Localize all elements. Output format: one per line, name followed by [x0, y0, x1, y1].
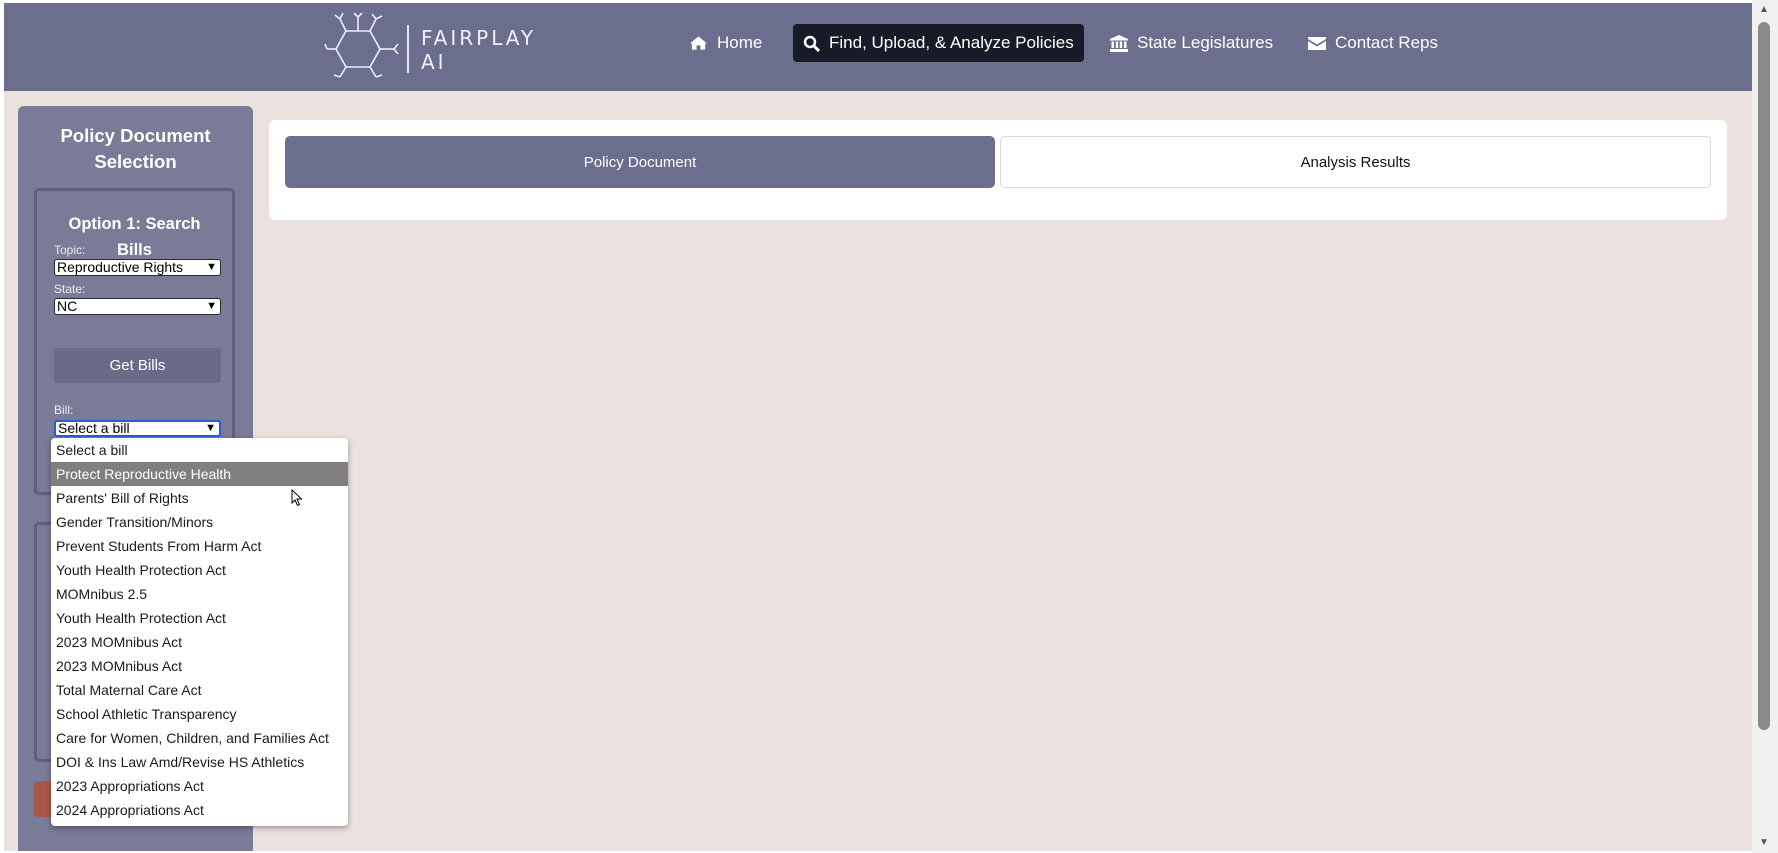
bill-option-highlighted[interactable]: Protect Reproductive Health	[51, 462, 348, 486]
tab-policy-document[interactable]: Policy Document	[285, 136, 995, 188]
bill-option[interactable]: Total Maternal Care Act	[51, 678, 348, 702]
mouse-cursor-icon	[291, 489, 303, 507]
chevron-down-icon: ▼	[206, 300, 217, 312]
nav-home[interactable]: Home	[679, 24, 772, 62]
logo-mark-icon	[324, 12, 399, 78]
bill-option[interactable]: Care for Women, Children, and Families A…	[51, 726, 348, 750]
bill-select[interactable]: Select a bill ▼	[54, 420, 221, 437]
bill-option[interactable]: MOMnibus 2.5	[51, 582, 348, 606]
bill-dropdown-list[interactable]: Select a bill Protect Reproductive Healt…	[51, 438, 348, 826]
bill-option[interactable]: 2023 MOMnibus Act	[51, 654, 348, 678]
bill-option[interactable]: Youth Health Protection Act	[51, 558, 348, 582]
nav-contact-reps[interactable]: Contact Reps	[1298, 24, 1448, 62]
bill-option[interactable]: DOI & Ins Law Amd/Revise HS Athletics	[51, 750, 348, 774]
brand-name: FAIRPLAY AI	[421, 26, 536, 74]
topic-label: Topic:	[54, 243, 86, 257]
nav-home-label: Home	[717, 33, 763, 52]
sidebar-title: Policy Document Selection	[18, 123, 253, 175]
bill-option[interactable]: Parents' Bill of Rights	[51, 486, 348, 510]
chevron-down-icon: ▼	[205, 422, 216, 434]
sidebar-title-line-1: Policy Document	[60, 125, 211, 146]
navbar: FAIRPLAY AI Home Find, Upload, & Analyze…	[4, 3, 1752, 91]
bill-option[interactable]: School Athletic Transparency	[51, 702, 348, 726]
search-icon	[803, 35, 820, 52]
get-bills-button[interactable]: Get Bills	[54, 348, 221, 383]
document-tabs-card: Policy Document Analysis Results	[269, 120, 1727, 220]
bill-select-value: Select a bill	[58, 420, 130, 436]
logo[interactable]: FAIRPLAY AI	[324, 11, 544, 81]
scroll-down-arrow-icon[interactable]: ▼	[1759, 837, 1769, 848]
chevron-down-icon: ▼	[206, 261, 217, 273]
scrollbar-thumb[interactable]	[1758, 22, 1770, 730]
topic-select-value: Reproductive Rights	[57, 259, 184, 275]
bank-icon	[1110, 34, 1128, 52]
logo-divider	[407, 25, 409, 73]
bill-option[interactable]: Youth Health Protection Act	[51, 606, 348, 630]
bill-option[interactable]: Prevent Students From Harm Act	[51, 534, 348, 558]
bill-option[interactable]: 2023 Appropriations Act	[51, 774, 348, 798]
state-label: State:	[54, 282, 86, 296]
nav-find-label: Find, Upload, & Analyze Policies	[829, 33, 1074, 52]
nav-contact-label: Contact Reps	[1335, 33, 1438, 52]
nav-state-legislatures[interactable]: State Legislatures	[1100, 24, 1283, 62]
browser-viewport: FAIRPLAY AI Home Find, Upload, & Analyze…	[4, 3, 1752, 851]
bill-option[interactable]: 2024 Appropriations Act	[51, 798, 348, 822]
scroll-up-arrow-icon[interactable]: ▲	[1759, 4, 1769, 15]
nav-state-label: State Legislatures	[1137, 33, 1274, 52]
brand-line-1: FAIRPLAY	[421, 26, 537, 50]
bill-option[interactable]: Select a bill	[51, 438, 348, 462]
sidebar-title-line-2: Selection	[94, 151, 177, 172]
tab-analysis-results[interactable]: Analysis Results	[1000, 136, 1711, 188]
bill-option[interactable]: 2023 MOMnibus Act	[51, 630, 348, 654]
bill-option[interactable]: Gender Transition/Minors	[51, 510, 348, 534]
option1-title-line-1: Option 1: Search	[68, 215, 201, 233]
topic-select[interactable]: Reproductive Rights ▼	[54, 259, 221, 276]
state-select[interactable]: NC ▼	[54, 298, 221, 315]
envelope-icon	[1308, 37, 1326, 50]
brand-line-2: AI	[421, 50, 447, 74]
home-icon	[689, 36, 708, 50]
state-select-value: NC	[57, 298, 78, 314]
nav-find-upload-analyze[interactable]: Find, Upload, & Analyze Policies	[793, 24, 1084, 62]
bill-label: Bill:	[54, 403, 74, 417]
page-scrollbar[interactable]: ▲ ▼	[1752, 0, 1778, 853]
